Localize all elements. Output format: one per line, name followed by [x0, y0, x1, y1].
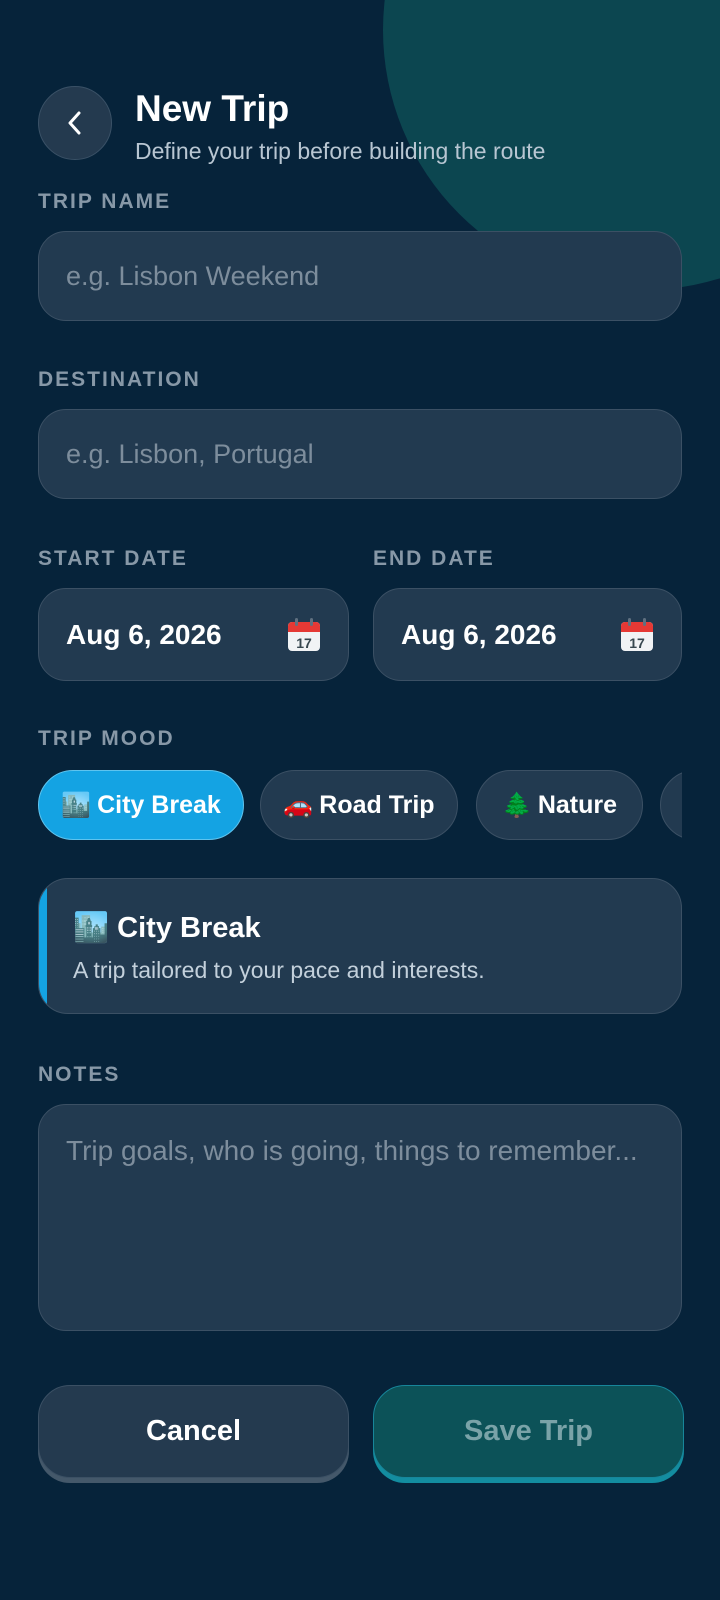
cancel-button[interactable]: Cancel: [38, 1385, 349, 1478]
svg-text:17: 17: [296, 635, 312, 651]
mood-chip-road-trip[interactable]: 🚗 Road Trip: [260, 770, 458, 840]
start-date-field[interactable]: Aug 6, 2026 17: [38, 588, 349, 681]
header: New Trip Define your trip before buildin…: [38, 86, 678, 176]
selected-mood-title-text: City Break: [117, 912, 261, 944]
tree-icon: 🌲: [501, 791, 532, 819]
end-date-value: Aug 6, 2026: [401, 618, 557, 650]
trip-name-field: [38, 231, 682, 321]
end-date-field[interactable]: Aug 6, 2026 17: [373, 588, 682, 681]
mood-chip-more[interactable]: [660, 770, 682, 840]
end-date-label: END DATE: [373, 547, 495, 570]
selected-mood-title: 🏙️ City Break: [73, 911, 261, 945]
notes-field: [38, 1104, 682, 1331]
trip-name-label: TRIP NAME: [38, 190, 172, 213]
mood-chip-label: City Break: [97, 790, 221, 819]
car-icon: 🚗: [283, 791, 314, 819]
selected-mood-description: A trip tailored to your pace and interes…: [73, 957, 485, 983]
selected-mood-card: 🏙️ City Break A trip tailored to your pa…: [38, 878, 682, 1014]
mood-chip-label: Nature: [537, 790, 618, 819]
mood-chip-nature[interactable]: 🌲 Nature: [476, 770, 643, 840]
page-title: New Trip: [135, 88, 290, 129]
mood-chip-list: 🏙️ City Break 🚗 Road Trip 🌲 Nature: [38, 770, 682, 842]
calendar-icon: 17: [288, 617, 320, 651]
save-trip-button[interactable]: Save Trip: [373, 1385, 684, 1478]
mood-chip-city-break[interactable]: 🏙️ City Break: [38, 770, 244, 840]
destination-input[interactable]: [39, 410, 681, 498]
chevron-left-icon: [68, 111, 81, 135]
trip-mood-label: TRIP MOOD: [38, 727, 175, 750]
start-date-label: START DATE: [38, 547, 188, 570]
mood-accent-bar: [39, 879, 47, 1013]
destination-field: [38, 409, 682, 499]
page-subtitle: Define your trip before building the rou…: [135, 138, 546, 164]
notes-input[interactable]: [39, 1105, 681, 1330]
svg-text:17: 17: [629, 635, 645, 651]
calendar-icon: 17: [621, 617, 653, 651]
new-trip-screen: New Trip Define your trip before buildin…: [0, 0, 720, 1600]
mood-chip-label: Road Trip: [319, 790, 435, 819]
back-button[interactable]: [38, 86, 112, 160]
city-icon: 🏙️: [73, 912, 110, 944]
city-icon: 🏙️: [61, 791, 92, 819]
notes-label: NOTES: [38, 1063, 121, 1086]
trip-name-input[interactable]: [39, 232, 681, 320]
start-date-value: Aug 6, 2026: [66, 618, 222, 650]
destination-label: DESTINATION: [38, 368, 201, 391]
